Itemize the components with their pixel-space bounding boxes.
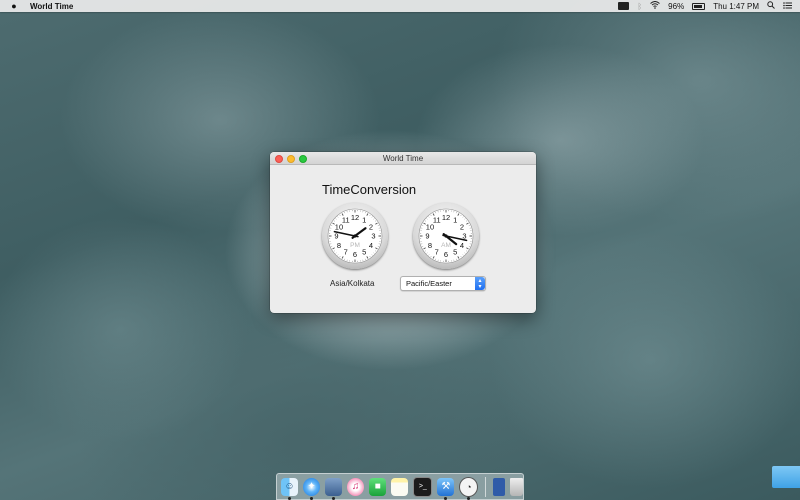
page-title: TimeConversion [322,182,417,197]
timezone-select[interactable]: Pacific/Easter ▴ ▾ [400,276,486,291]
app-menu-name[interactable]: World Time [30,2,73,11]
menu-bar-clock[interactable]: Thu 1:47 PM [713,2,759,11]
running-indicator [467,496,471,500]
terminal-icon[interactable]: >_ [413,476,433,497]
left-clock-hub [353,234,357,238]
right-clock-period-label: AM [441,242,451,249]
world-time-icon[interactable]: ◔ [459,476,479,500]
display-icon[interactable] [618,2,630,10]
remote-clock: 12 1 2 3 4 5 6 7 8 9 10 11 AM [413,203,479,269]
wifi-icon[interactable] [650,1,661,11]
left-clock-numeral: 4 [369,241,373,250]
running-indicator [332,496,336,500]
right-clock-numeral: 4 [460,241,464,250]
world-time-window: World Time TimeConversion 12 1 2 3 4 5 6 7 8 9 10 1… [270,152,536,313]
xcode-icon[interactable]: ⚒ [437,477,455,500]
right-clock-numeral: 8 [428,241,432,250]
finder-icon[interactable]: ☺ [281,477,299,500]
left-clock-numeral: 2 [369,222,373,231]
preview-icon[interactable] [325,477,343,500]
local-clock: 12 1 2 3 4 5 6 7 8 9 10 11 PM [322,203,388,269]
clock-face-left: 12 1234567891011PM [327,208,383,264]
facetime-icon[interactable]: ■ [369,477,387,496]
trash-icon[interactable] [509,477,523,496]
right-clock-numeral: 6 [444,250,448,259]
battery-icon[interactable] [692,2,706,10]
left-clock-numeral: 7 [344,248,348,257]
close-button[interactable] [275,155,283,163]
battery-percent: 96% [668,1,685,11]
itunes-icon[interactable]: ♫ [347,477,365,496]
zoom-button[interactable] [299,155,307,163]
right-clock-numeral: 7 [435,248,439,257]
right-clock-numeral: 5 [453,248,457,257]
window-title: World Time [382,153,424,163]
left-clock-numeral: 3 [371,232,375,241]
notes-icon[interactable] [391,477,409,496]
right-clock-numeral: 9 [425,232,429,241]
timezone-select-value: Pacific/Easter [406,279,452,288]
window-controls [275,155,307,163]
local-timezone-label: Asia/Kolkata [330,279,375,288]
dock-separator [485,476,487,497]
desktop-folder-icon[interactable] [772,466,800,488]
running-indicator [288,496,291,500]
right-clock-numeral: 12 [442,213,450,222]
left-clock-numeral: 1 [362,216,366,225]
running-indicator [444,496,448,500]
running-indicator [310,496,314,500]
spotlight-search-icon[interactable] [767,1,775,11]
apple-menu-icon[interactable]: ● [6,1,22,11]
left-clock-numeral: 11 [342,216,350,225]
right-clock-numeral: 2 [460,222,464,231]
simulator-icon[interactable] [493,477,505,496]
minimize-button[interactable] [287,155,295,163]
right-clock-numeral: 1 [453,216,457,225]
left-clock-period-label: PM [350,242,360,249]
right-clock-hub [444,234,448,238]
select-stepper-icon[interactable]: ▴ ▾ [475,277,485,290]
notification-center-icon[interactable] [783,1,792,11]
dock: ☺ ✦ ♫ ■ >_ ⚒ ◔ [276,473,524,500]
menu-bar: ● World Time ᛒ 96% Thu 1:47 PM [0,0,800,12]
right-clock-numeral: 11 [433,216,441,225]
left-clock-numeral: 8 [337,241,341,250]
left-clock-numeral: 12 [351,213,359,222]
safari-icon[interactable]: ✦ [303,477,321,500]
clock-face-right: 12 1234567891011AM [418,208,474,264]
bluetooth-icon[interactable]: ᛒ [637,2,642,11]
menu-bar-status-area: ᛒ 96% Thu 1:47 PM [618,0,792,12]
left-clock-numeral: 5 [362,248,366,257]
window-titlebar[interactable]: World Time [270,152,536,165]
left-clock-numeral: 6 [353,250,357,259]
